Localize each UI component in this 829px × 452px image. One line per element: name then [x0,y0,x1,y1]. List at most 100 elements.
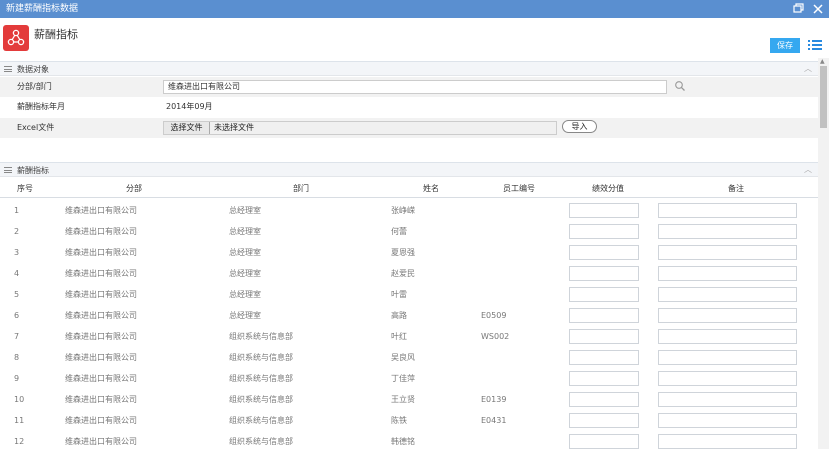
col-header-company: 分部 [126,184,142,193]
cell-emp-id: E0139 [481,395,507,404]
remark-input[interactable] [658,308,797,323]
col-header-no: 序号 [17,184,33,193]
cell-dept: 总经理室 [229,290,261,299]
list-menu-icon[interactable] [808,39,822,51]
cell-dept: 组织系统与信息部 [229,374,293,383]
remark-input[interactable] [658,371,797,386]
section-lines-icon [4,167,12,173]
remark-input[interactable] [658,287,797,302]
cell-no: 3 [14,248,20,257]
file-input[interactable]: 选择文件 未选择文件 [163,121,557,135]
table-row: 11 维森进出口有限公司 组织系统与信息部 陈铁 E0431 [0,410,818,431]
cell-no: 8 [14,353,20,362]
table-row: 10 维森进出口有限公司 组织系统与信息部 王立贤 E0139 [0,389,818,410]
dept-label: 分部/部门 [17,82,52,91]
cell-company: 维森进出口有限公司 [65,395,137,404]
app-share-icon [3,25,29,51]
cell-name: 何蕾 [391,227,407,236]
window-title: 新建薪酬指标数据 [6,4,79,14]
cell-dept: 组织系统与信息部 [229,332,293,341]
search-icon[interactable] [674,80,686,92]
col-header-dept: 部门 [293,184,309,193]
cell-emp-id: WS002 [481,332,510,341]
score-input[interactable] [569,434,639,449]
form-row-excel: Excel文件 选择文件 未选择文件 导入 [0,118,818,138]
save-button[interactable]: 保存 [770,38,800,53]
section-title: 数据对象 [17,65,49,74]
score-input[interactable] [569,329,639,344]
cell-dept: 组织系统与信息部 [229,395,293,404]
score-input[interactable] [569,350,639,365]
cell-no: 2 [14,227,20,236]
cell-company: 维森进出口有限公司 [65,332,137,341]
cell-company: 维森进出口有限公司 [65,311,137,320]
import-button[interactable]: 导入 [562,120,597,133]
cell-emp-id: E0509 [481,311,507,320]
excel-label: Excel文件 [17,123,55,132]
vertical-scrollbar[interactable]: ▲ [818,58,829,449]
remark-input[interactable] [658,392,797,407]
cell-name: 高路 [391,311,407,320]
table-row: 5 维森进出口有限公司 总经理室 叶雷 [0,284,818,305]
cell-name: 王立贤 [391,395,415,404]
remark-input[interactable] [658,413,797,428]
table-row: 8 维森进出口有限公司 组织系统与信息部 吴良风 [0,347,818,368]
section-lines-icon [4,66,12,72]
remark-input[interactable] [658,203,797,218]
close-icon[interactable] [810,0,826,18]
collapse-caret-icon[interactable]: ︿ [804,63,812,74]
cell-company: 维森进出口有限公司 [65,248,137,257]
score-input[interactable] [569,308,639,323]
cell-name: 吴良风 [391,353,415,362]
table-header: 序号 分部 部门 姓名 员工编号 绩效分值 备注 [0,180,818,198]
cell-company: 维森进出口有限公司 [65,353,137,362]
cell-company: 维森进出口有限公司 [65,290,137,299]
cell-no: 10 [14,395,25,404]
remark-input[interactable] [658,224,797,239]
no-file-text: 未选择文件 [214,123,254,132]
score-input[interactable] [569,224,639,239]
cell-name: 赵爱民 [391,269,415,278]
cell-no: 1 [14,206,20,215]
cell-dept: 组织系统与信息部 [229,353,293,362]
scroll-up-icon[interactable]: ▲ [820,58,825,65]
restore-icon[interactable] [790,0,806,18]
score-input[interactable] [569,413,639,428]
page-title: 薪酬指标 [34,28,78,41]
score-input[interactable] [569,245,639,260]
cell-name: 叶雷 [391,290,407,299]
remark-input[interactable] [658,350,797,365]
month-value: 2014年09月 [166,102,213,111]
scroll-thumb[interactable] [820,66,827,128]
cell-dept: 总经理室 [229,227,261,236]
cell-no: 4 [14,269,20,278]
section-title: 薪酬指标 [17,166,49,175]
form-row-dept: 分部/部门 维森进出口有限公司 [0,77,818,97]
score-input[interactable] [569,266,639,281]
window-titlebar: 新建薪酬指标数据 [0,0,829,18]
cell-name: 夏恩强 [391,248,415,257]
cell-company: 维森进出口有限公司 [65,416,137,425]
choose-file-button[interactable]: 选择文件 [164,122,210,134]
score-input[interactable] [569,287,639,302]
remark-input[interactable] [658,245,797,260]
table-row: 9 维森进出口有限公司 组织系统与信息部 丁佳萍 [0,368,818,389]
remark-input[interactable] [658,266,797,281]
col-header-remark: 备注 [728,184,744,193]
collapse-caret-icon[interactable]: ︿ [804,164,812,175]
cell-dept: 总经理室 [229,206,261,215]
table-row: 4 维森进出口有限公司 总经理室 赵爱民 [0,263,818,284]
cell-dept: 总经理室 [229,311,261,320]
cell-dept: 总经理室 [229,269,261,278]
score-input[interactable] [569,371,639,386]
score-input[interactable] [569,203,639,218]
table-row: 7 维森进出口有限公司 组织系统与信息部 叶红 WS002 [0,326,818,347]
dept-field[interactable]: 维森进出口有限公司 [163,80,667,94]
remark-input[interactable] [658,329,797,344]
remark-input[interactable] [658,434,797,449]
cell-no: 11 [14,416,25,425]
table-row: 6 维森进出口有限公司 总经理室 高路 E0509 [0,305,818,326]
cell-no: 6 [14,311,20,320]
score-input[interactable] [569,392,639,407]
cell-no: 7 [14,332,20,341]
